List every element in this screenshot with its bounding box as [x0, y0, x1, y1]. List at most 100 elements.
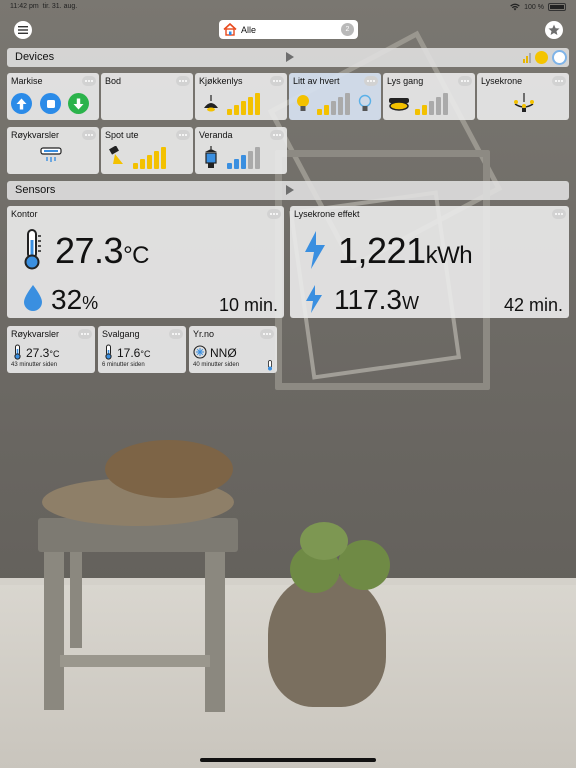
all-off-button[interactable] [552, 50, 567, 65]
sensor-panel-kontor[interactable]: Kontor 27.3°C 32% 10 min. [7, 206, 284, 318]
clay-pot [268, 575, 386, 707]
stop-icon [46, 99, 55, 108]
house-icon [223, 23, 237, 36]
star-icon [548, 24, 560, 35]
dim-all-icon[interactable] [523, 52, 531, 63]
more-options-button[interactable] [364, 76, 378, 86]
device-tile-litt-av-hvert[interactable]: Litt av hvert [289, 73, 381, 120]
sensor-value: 27.3°C [26, 346, 59, 360]
device-name: Lys gang [387, 76, 424, 86]
lightning-icon [306, 285, 322, 313]
all-on-button[interactable] [535, 51, 548, 64]
device-name: Kjøkkenlys [199, 76, 243, 86]
sensor-unit: °C [140, 349, 151, 359]
menu-button[interactable] [14, 21, 32, 39]
sensor-number: 17.6 [117, 346, 141, 360]
temperature-number: 27.3 [55, 230, 124, 271]
dimmer-level[interactable] [227, 147, 260, 169]
sensor-panel-svalgang[interactable]: Svalgang 17.6°C 6 minutter siden [98, 326, 186, 373]
more-options-button[interactable] [552, 209, 566, 219]
sensors-section-title: Sensors [15, 184, 56, 196]
lightbulb-off-icon[interactable] [358, 94, 372, 114]
more-options-button[interactable] [270, 130, 284, 140]
sensor-panel-yrno[interactable]: Yr.no NNØ 40 minutter siden [189, 326, 277, 373]
location-selector[interactable]: Alle 2 [219, 20, 358, 39]
shutter-stop-button[interactable] [40, 93, 61, 114]
more-options-button[interactable] [552, 76, 566, 86]
section-arrow-icon[interactable] [286, 185, 294, 195]
status-time: 11:42 pm tir. 31. aug. [10, 3, 77, 10]
more-options-button[interactable] [176, 76, 190, 86]
device-tile-lysekrone[interactable]: Lysekrone [477, 73, 569, 120]
power-unit: W [402, 293, 419, 313]
location-count-badge: 2 [341, 23, 354, 36]
stool-leg [70, 548, 82, 648]
favorites-button[interactable] [545, 21, 563, 39]
lantern-icon [205, 146, 217, 168]
device-tile-lys-gang[interactable]: Lys gang [383, 73, 475, 120]
section-arrow-icon[interactable] [286, 52, 294, 62]
more-options-button[interactable] [82, 76, 96, 86]
last-updated: 10 min. [218, 295, 278, 315]
device-tile-bod[interactable]: Bod [101, 73, 193, 120]
more-options-button[interactable] [78, 329, 92, 339]
last-updated: 43 minutter siden [11, 362, 58, 368]
hamburger-icon [18, 26, 28, 34]
energy-number: 1,221 [338, 230, 426, 271]
energy-unit: kWh [425, 242, 473, 269]
ceiling-light-icon [389, 98, 409, 111]
sensors-section-header[interactable]: Sensors [7, 181, 569, 200]
home-indicator[interactable] [200, 758, 376, 762]
temperature-unit: °C [123, 242, 150, 269]
device-tile-markise[interactable]: Markise [7, 73, 99, 120]
wind-direction: NNØ [210, 346, 237, 360]
bread [105, 440, 233, 498]
power-number: 117.3 [334, 284, 402, 315]
shutter-up-button[interactable] [11, 93, 32, 114]
dimmer-level[interactable] [317, 93, 350, 115]
dimmer-level[interactable] [227, 93, 260, 115]
device-name: Lysekrone [481, 76, 523, 86]
thermometer-icon [14, 344, 21, 360]
devices-section-header[interactable]: Devices [7, 48, 569, 67]
sensor-number: 27.3 [26, 346, 50, 360]
stool-leg [44, 548, 64, 710]
more-options-button[interactable] [176, 130, 190, 140]
device-name: Markise [11, 76, 43, 86]
status-right: 100 % [510, 3, 566, 11]
humidity-value: 32% [51, 284, 98, 316]
pendant-lamp-icon [204, 95, 218, 112]
device-name: Spot ute [105, 130, 139, 140]
dimmer-level[interactable] [133, 147, 166, 169]
device-name: Litt av hvert [293, 76, 340, 86]
temperature-value: 27.3°C [55, 230, 150, 272]
more-options-button[interactable] [267, 209, 281, 219]
sensor-name: Lysekrone effekt [294, 209, 360, 219]
power-value: 117.3W [334, 284, 419, 316]
device-tile-veranda[interactable]: Veranda [195, 127, 287, 174]
shutter-down-button[interactable] [68, 93, 89, 114]
wind-icon [193, 345, 207, 359]
arrow-down-icon [73, 98, 84, 109]
sensor-panel-lysekrone-effekt[interactable]: Lysekrone effekt 1,221kWh 117.3W 42 min. [290, 206, 569, 318]
device-tile-kjokkenlys[interactable]: Kjøkkenlys [195, 73, 287, 120]
humidity-number: 32 [51, 284, 83, 315]
more-options-button[interactable] [270, 76, 284, 86]
sensor-value: 17.6°C [117, 346, 150, 360]
more-options-button[interactable] [169, 329, 183, 339]
more-options-button[interactable] [260, 329, 274, 339]
artichoke [300, 522, 348, 560]
more-options-button[interactable] [458, 76, 472, 86]
humidity-unit: % [82, 293, 99, 313]
dimmer-level[interactable] [415, 93, 448, 115]
last-updated: 42 min. [503, 295, 563, 315]
status-time-text: 11:42 pm [10, 3, 39, 10]
sensor-panel-roykvarsler[interactable]: Røykvarsler 27.3°C 43 minutter siden [7, 326, 95, 373]
devices-section-tools [523, 50, 567, 65]
device-tile-roykvarsler[interactable]: Røykvarsler [7, 127, 99, 174]
more-options-button[interactable] [82, 130, 96, 140]
chandelier-icon [514, 93, 534, 112]
device-tile-spot-ute[interactable]: Spot ute [101, 127, 193, 174]
sensor-name: Svalgang [102, 329, 140, 339]
battery-icon [548, 3, 566, 11]
